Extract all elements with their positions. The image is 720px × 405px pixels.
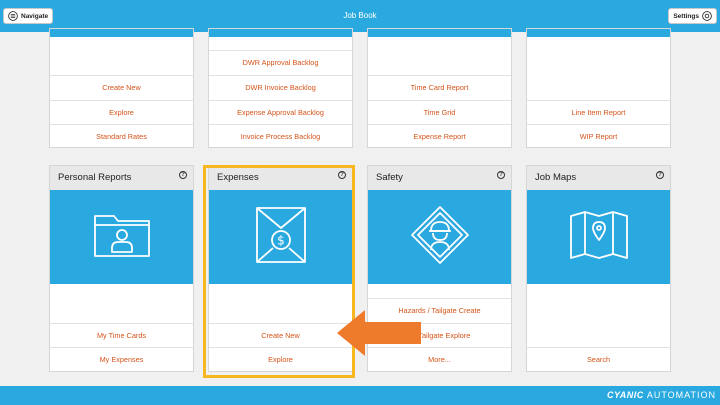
my-time-cards-link[interactable]: My Time Cards [50, 323, 193, 347]
search-link[interactable]: Search [527, 347, 670, 371]
help-icon[interactable]: ? [656, 171, 664, 179]
settings-label: Settings [673, 12, 699, 20]
line-item-report-link[interactable]: Line Item Report [527, 100, 670, 124]
expenses-highlight-box [203, 165, 355, 378]
my-expenses-link[interactable]: My Expenses [50, 347, 193, 371]
navigate-label: Navigate [21, 12, 49, 20]
top-card-4: Line Item Report WIP Report [526, 28, 671, 148]
brand-name: CYANIC [606, 390, 644, 400]
wip-report-link[interactable]: WIP Report [527, 124, 670, 148]
personal-reports-banner[interactable] [50, 190, 193, 284]
brand-logo: CYANIC AUTOMATION [607, 386, 716, 405]
top-card-2: DWR Approval Backlog DWR Invoice Backlog… [208, 28, 353, 148]
personal-reports-card: Personal Reports ? My Time Cards My Expe… [49, 165, 194, 372]
brand-sub: AUTOMATION [646, 390, 716, 400]
footer-bar: CYANIC AUTOMATION [0, 386, 720, 405]
standard-rates-link[interactable]: Standard Rates [50, 124, 193, 148]
map-pin-icon [568, 210, 630, 265]
explore-link[interactable]: Explore [50, 100, 193, 124]
card-title: Safety [376, 172, 403, 183]
expense-approval-backlog-link[interactable]: Expense Approval Backlog [209, 100, 352, 124]
folder-user-icon [92, 210, 152, 265]
navigate-button[interactable]: Navigate [3, 8, 54, 24]
top-card-1: Create New Explore Standard Rates [49, 28, 194, 148]
job-maps-card: Job Maps ? Search [526, 165, 671, 372]
settings-button[interactable]: Settings [668, 8, 717, 24]
job-maps-banner[interactable] [527, 190, 670, 284]
dwr-approval-backlog-link[interactable]: DWR Approval Backlog [209, 50, 352, 74]
dwr-invoice-backlog-link[interactable]: DWR Invoice Backlog [209, 75, 352, 99]
safety-worker-icon [409, 204, 471, 271]
gear-icon [702, 11, 712, 21]
help-icon[interactable]: ? [179, 171, 187, 179]
create-new-link[interactable]: Create New [50, 75, 193, 99]
pointer-arrow [337, 310, 421, 356]
invoice-process-backlog-link[interactable]: Invoice Process Backlog [209, 124, 352, 148]
help-icon[interactable]: ? [497, 171, 505, 179]
time-card-report-link[interactable]: Time Card Report [368, 75, 511, 99]
card-title: Personal Reports [58, 172, 132, 183]
menu-icon [8, 11, 18, 21]
time-grid-link[interactable]: Time Grid [368, 100, 511, 124]
expense-report-link[interactable]: Expense Report [368, 124, 511, 148]
card-title: Job Maps [535, 172, 577, 183]
top-card-3: Time Card Report Time Grid Expense Repor… [367, 28, 512, 148]
safety-banner[interactable] [368, 190, 511, 284]
